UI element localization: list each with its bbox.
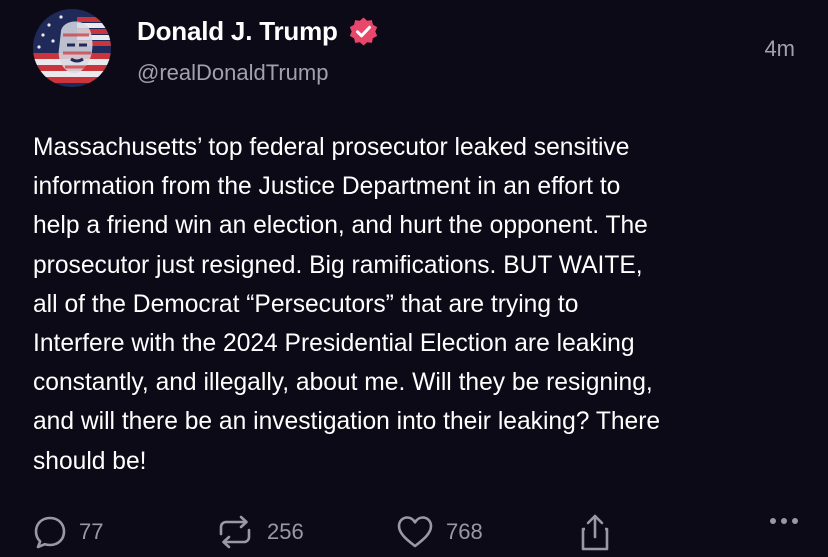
more-icon xyxy=(770,518,776,524)
action-bar: 77 256 768 xyxy=(0,510,828,554)
reply-icon xyxy=(33,514,67,550)
repost-button[interactable]: 256 xyxy=(215,514,304,550)
share-button[interactable] xyxy=(578,512,612,552)
like-icon xyxy=(396,514,434,550)
reply-button[interactable]: 77 xyxy=(33,514,103,550)
post-text-line: Interfere with the 2024 Presidential Ele… xyxy=(33,330,635,358)
verified-badge-icon xyxy=(348,16,379,47)
post-text-line: constantly, and illegally, about me. Wil… xyxy=(33,369,653,397)
avatar-image xyxy=(33,9,111,87)
repost-count: 256 xyxy=(267,519,304,544)
post-text-line: Massachusetts’ top federal prosecutor le… xyxy=(33,134,630,161)
avatar[interactable] xyxy=(33,9,111,87)
more-options-button[interactable] xyxy=(770,518,798,524)
post-text-line: information from the Justice Department … xyxy=(33,173,621,201)
author-display-name[interactable]: Donald J. Trump xyxy=(137,16,338,47)
post-timestamp[interactable]: 4m xyxy=(764,36,795,62)
post-text-line: prosecutor just resigned. Big ramificati… xyxy=(33,251,643,279)
like-button[interactable]: 768 xyxy=(396,514,483,550)
share-icon xyxy=(578,512,612,552)
post-text-line: should be! xyxy=(33,447,147,475)
like-count: 768 xyxy=(446,519,483,544)
reply-count: 77 xyxy=(79,519,104,544)
post-text-line: and will there be an investigation into … xyxy=(33,408,661,436)
author-handle[interactable]: @realDonaldTrump xyxy=(137,60,328,86)
post-text-line: all of the Democrat “Persecutors” that a… xyxy=(33,290,579,318)
post-text-line: help a friend win an election, and hurt … xyxy=(33,212,648,240)
author-name-row[interactable]: Donald J. Trump xyxy=(137,16,379,47)
repost-icon xyxy=(215,514,255,550)
post-text: Massachusetts’ top federal prosecutor le… xyxy=(33,128,808,481)
